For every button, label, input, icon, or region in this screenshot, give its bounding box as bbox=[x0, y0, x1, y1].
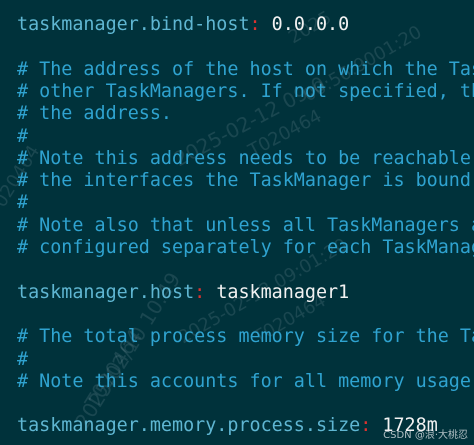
comment-line: # The total process memory size for the … bbox=[17, 326, 474, 348]
comment-line: # The address of the host on which the T… bbox=[17, 58, 474, 80]
config-value: 0.0.0.0 bbox=[271, 14, 350, 35]
comment-line: # configured separately for each TaskMan… bbox=[17, 237, 474, 258]
comment-line: # other TaskManagers. If not specified, … bbox=[17, 80, 474, 102]
config-key: taskmanager.bind-host bbox=[17, 14, 250, 35]
comment-line: # bbox=[17, 348, 29, 370]
key-value-separator: : bbox=[249, 14, 261, 35]
config-value: taskmanager1 bbox=[216, 281, 350, 303]
config-key: taskmanager.host bbox=[17, 281, 195, 303]
credit-watermark: CSDN @浪·大桃忍 bbox=[383, 430, 468, 441]
comment-line: # Note this address needs to be reachabl… bbox=[17, 147, 474, 169]
key-value-separator: : bbox=[360, 415, 372, 437]
terminal-window[interactable]: 2025-02-12 09:0 T020464 020464 2025-02-1… bbox=[0, 0, 474, 445]
config-key: taskmanager.memory.process.size bbox=[17, 415, 361, 437]
comment-line: # Note this accounts for all memory usag… bbox=[17, 370, 474, 392]
config-entry: taskmanager.host: taskmanager1 bbox=[17, 282, 349, 304]
comment-line: # bbox=[17, 125, 29, 147]
comment-line: # the address. bbox=[17, 103, 173, 125]
key-value-separator: : bbox=[194, 281, 206, 303]
comment-line: # the interfaces the TaskManager is boun… bbox=[17, 170, 474, 192]
config-entry: taskmanager.bind-host: 0.0.0.0 bbox=[17, 14, 349, 36]
comment-line: # Note also that unless all TaskManagers… bbox=[17, 214, 474, 236]
config-entry: taskmanager.memory.process.size: 1728m bbox=[17, 415, 438, 437]
comment-line: # bbox=[17, 192, 29, 214]
